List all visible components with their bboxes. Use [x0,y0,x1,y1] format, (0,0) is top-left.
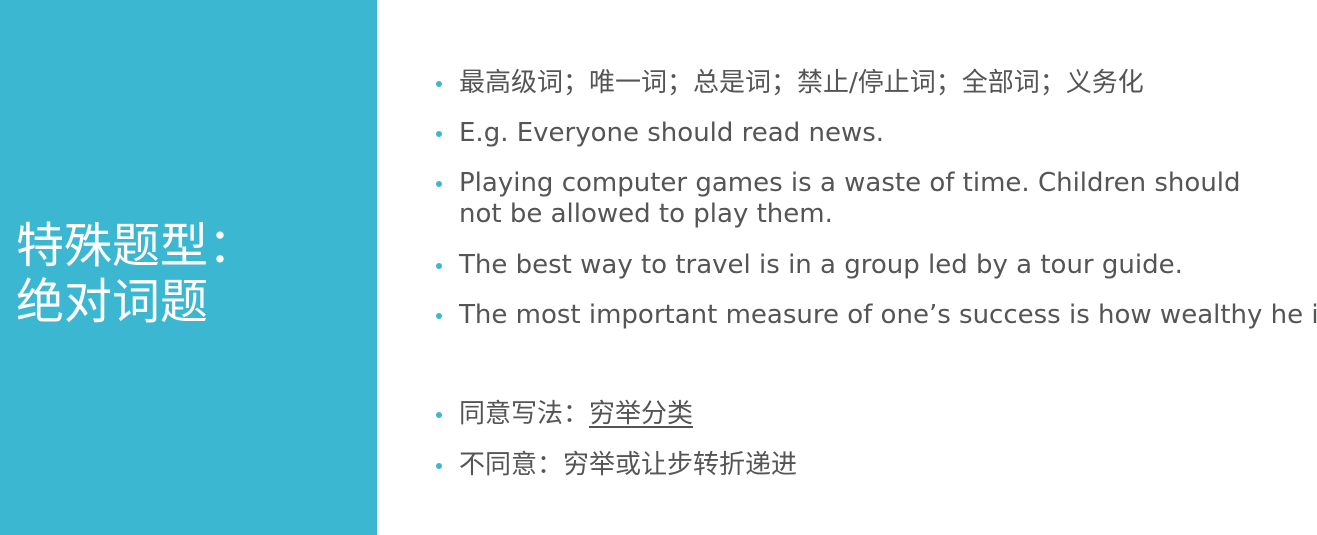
exhaustive-classification-link[interactable]: 穷举分类 [589,399,693,429]
bullet-dot-icon [436,463,442,469]
bullet-item: The most important measure of one’s succ… [436,300,1317,331]
bullet-list: 最高级词；唯一词；总是词；禁止/停止词；全部词；义务化 E.g. Everyon… [436,0,1317,535]
slide-title-line-2: 绝对词题 [16,274,209,330]
bullet-text: 最高级词；唯一词；总是词；禁止/停止词；全部词；义务化 [459,68,1144,98]
bullet-text: 不同意：穷举或让步转折递进 [459,450,798,480]
bullet-item: 不同意：穷举或让步转折递进 [436,450,797,481]
slide-title: 特殊题型： 绝对词题 [16,218,256,330]
bullet-item: E.g. Everyone should read news. [436,118,884,149]
bullet-dot-icon [436,131,442,137]
bullet-dot-icon [436,181,442,187]
bullet-item: 同意写法：穷举分类 [436,399,693,430]
slide-title-line-1: 特殊题型： [16,218,257,274]
title-panel: 特殊题型： 绝对词题 [0,0,377,535]
bullet-dot-icon [436,263,442,269]
bullet-text: 同意写法：穷举分类 [459,399,693,430]
bullet-item: The best way to travel is in a group led… [436,250,1183,281]
agree-label: 同意写法： [459,399,590,429]
bullet-text: The best way to travel is in a group led… [459,250,1183,280]
bullet-item: Playing computer games is a waste of tim… [436,168,1279,230]
bullet-text: The most important measure of one’s succ… [459,300,1317,330]
bullet-dot-icon [436,313,442,319]
bullet-item: 最高级词；唯一词；总是词；禁止/停止词；全部词；义务化 [436,68,1144,99]
bullet-dot-icon [436,81,442,87]
bullet-dot-icon [436,412,442,418]
bullet-text: E.g. Everyone should read news. [459,118,885,148]
bullet-text: Playing computer games is a waste of tim… [459,168,1241,229]
slide: 特殊题型： 绝对词题 最高级词；唯一词；总是词；禁止/停止词；全部词；义务化 E… [0,0,1317,535]
